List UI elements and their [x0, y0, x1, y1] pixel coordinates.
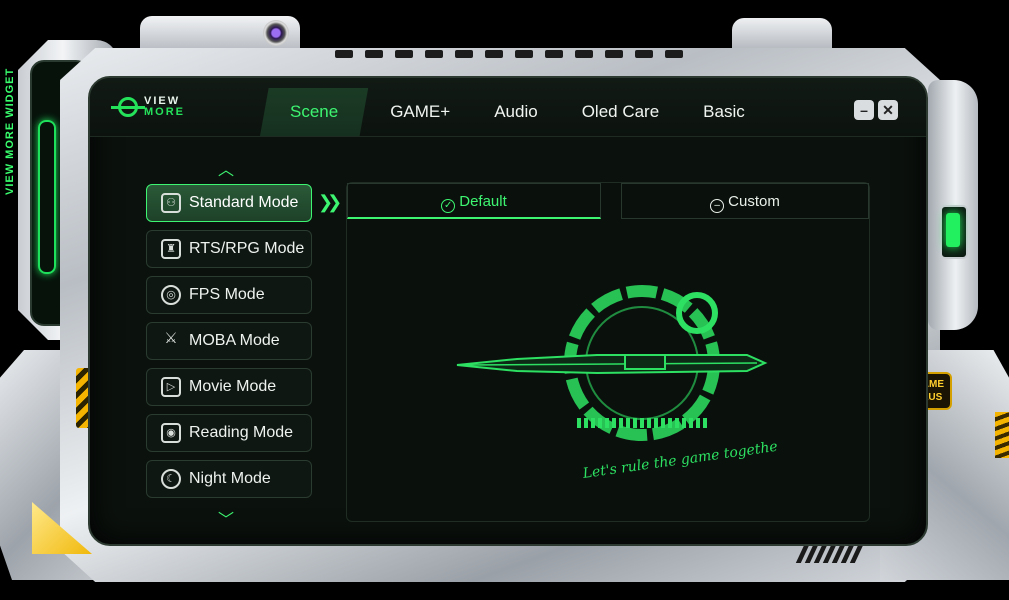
- tab-game-plus[interactable]: GAME+: [368, 88, 472, 136]
- chevron-up-icon[interactable]: ︿: [218, 156, 234, 180]
- tab-oled-care[interactable]: Oled Care: [560, 88, 681, 136]
- green-led-indicator: [940, 205, 968, 259]
- logo: VIEW MORE: [111, 96, 185, 118]
- check-circle-icon: ✓: [441, 199, 456, 213]
- tab-scene[interactable]: Scene: [260, 88, 369, 136]
- chevron-down-icon[interactable]: ﹀: [218, 506, 234, 530]
- left-wing-light-strip: [38, 120, 56, 274]
- custom-label: Custom: [728, 193, 780, 210]
- scene-panel: ✓ Default – Custom Let's rule the game tog…: [346, 182, 870, 522]
- mode-label: RTS/RPG Mode: [189, 240, 305, 257]
- mode-list: ⚇ Standard Mode ♜ RTS/RPG Mode ◎ FPS Mod…: [146, 184, 312, 506]
- default-tab[interactable]: ✓ Default: [347, 183, 601, 219]
- main-tabs: Scene GAME+ Audio Oled Care Basic: [260, 88, 767, 136]
- right-hazard-stripes: [995, 412, 1009, 458]
- standard-icon: ⚇: [161, 193, 181, 213]
- emblem-slogan: Let's rule the game together!: [581, 437, 777, 482]
- rts-icon: ♜: [161, 239, 181, 259]
- custom-tab[interactable]: – Custom: [621, 183, 869, 219]
- mode-label: Movie Mode: [189, 378, 277, 395]
- book-icon: ◉: [161, 423, 181, 443]
- swords-icon: ⚔: [164, 330, 178, 347]
- logo-icon: [111, 97, 145, 117]
- mode-moba[interactable]: ⚔ MOBA Mode: [146, 322, 312, 360]
- mode-movie[interactable]: ▷ Movie Mode: [146, 368, 312, 406]
- mode-rts-rpg[interactable]: ♜ RTS/RPG Mode: [146, 230, 312, 268]
- mode-label: MOBA Mode: [189, 332, 280, 349]
- minus-circle-icon: –: [710, 199, 725, 213]
- mode-standard[interactable]: ⚇ Standard Mode: [146, 184, 312, 222]
- mode-fps[interactable]: ◎ FPS Mode: [146, 276, 312, 314]
- moon-icon: ☾: [161, 469, 181, 489]
- target-icon: ◎: [161, 285, 181, 305]
- game-emblem-illustration: Let's rule the game together!: [456, 285, 777, 482]
- mode-label: Standard Mode: [189, 194, 299, 211]
- minimize-button[interactable]: –: [854, 100, 874, 120]
- mode-label: Reading Mode: [189, 424, 294, 441]
- top-vents: [335, 50, 683, 58]
- logo-text: VIEW MORE: [144, 96, 185, 118]
- mode-reading[interactable]: ◉ Reading Mode: [146, 414, 312, 452]
- double-chevron-right-icon: ❯❯: [318, 192, 342, 212]
- top-bar: VIEW MORE Scene GAME+ Audio Oled Care Ba…: [90, 78, 926, 137]
- default-label: Default: [459, 193, 507, 210]
- mode-night[interactable]: ☾ Night Mode: [146, 460, 312, 498]
- bottom-vents: [795, 545, 864, 563]
- side-label: VIEW MORE WIDGET: [4, 67, 16, 195]
- mode-label: FPS Mode: [189, 286, 265, 303]
- mode-label: Night Mode: [189, 470, 271, 487]
- movie-icon: ▷: [161, 377, 181, 397]
- logo-line-2: MORE: [144, 106, 185, 118]
- close-button[interactable]: ✕: [878, 100, 898, 120]
- app-screen: VIEW MORE Scene GAME+ Audio Oled Care Ba…: [88, 76, 928, 546]
- tab-basic[interactable]: Basic: [681, 88, 767, 136]
- camera-icon: [263, 20, 289, 46]
- tab-audio[interactable]: Audio: [472, 88, 559, 136]
